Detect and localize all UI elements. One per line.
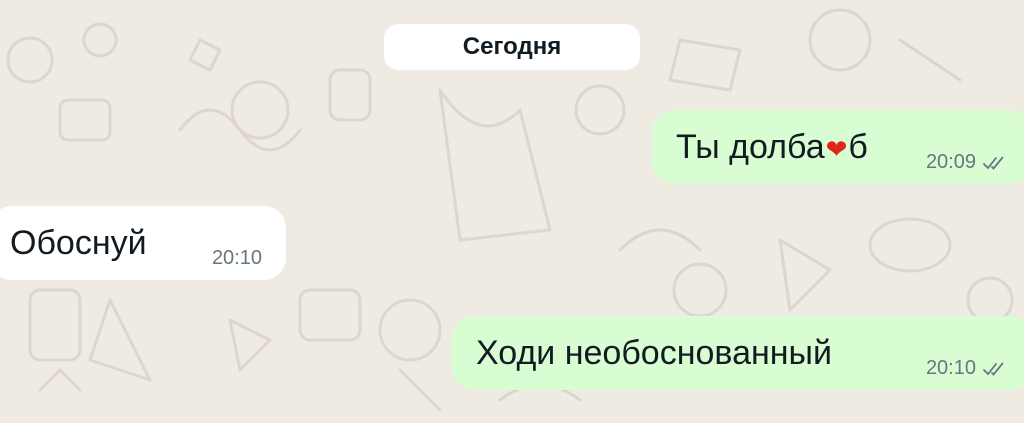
date-separator: Сегодня [384,24,640,70]
message-bubble-outgoing[interactable]: Ты долба❤б 20:09 [652,110,1024,184]
message-text: Ты долба❤б [676,128,868,167]
message-meta: 20:10 [926,357,1008,380]
message-text-visible: Ты долба [676,127,825,166]
message-meta: 20:10 [212,247,262,270]
message-text-visible-end: б [848,127,868,166]
message-text: Обоснуй [10,223,147,262]
message-bubble-outgoing[interactable]: Ходи необоснованный 20:10 [452,316,1024,390]
heart-overlay-icon: ❤ [825,133,848,164]
double-check-icon [982,361,1008,377]
message-time: 20:10 [211,247,262,269]
double-check-icon [982,155,1008,171]
message-meta: 20:09 [926,151,1008,174]
message-time: 20:09 [925,151,976,173]
message-bubble-incoming[interactable]: Обоснуй 20:10 [0,206,286,280]
date-label: Сегодня [462,33,562,60]
message-time: 20:10 [925,357,976,379]
message-text: Ходи необоснованный [476,333,832,372]
